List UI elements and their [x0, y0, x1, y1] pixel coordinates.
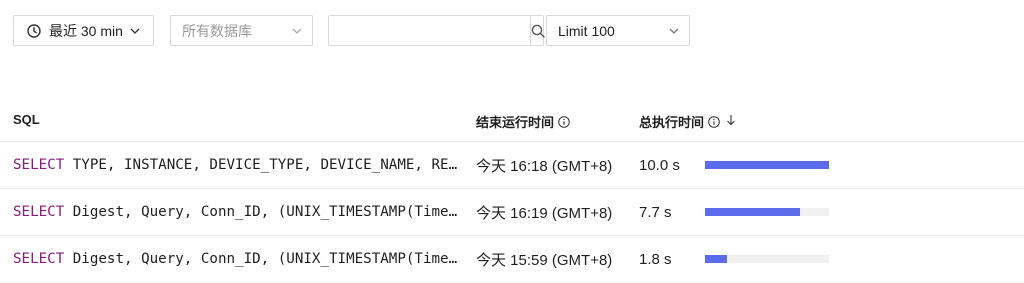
chevron-down-icon: [292, 28, 302, 34]
sql-text: Digest, Query, Conn_ID, (UNIX_TIMESTAMP(…: [72, 204, 458, 220]
sql-cell: SELECT Digest, Query, Conn_ID, (UNIX_TIME…: [13, 236, 458, 282]
time-range-label: 最近 30 min: [49, 22, 123, 39]
sql-keyword: SELECT: [13, 251, 65, 267]
sql-cell: SELECT TYPE, INSTANCE, DEVICE_TYPE, DEVIC…: [13, 142, 458, 188]
chevron-down-icon: [130, 28, 140, 34]
header-end-time[interactable]: 结束运行时间: [476, 112, 570, 131]
sql-text: Digest, Query, Conn_ID, (UNIX_TIMESTAMP(…: [72, 251, 458, 267]
search-icon: [531, 24, 545, 38]
duration-bar-fill: [705, 255, 728, 263]
header-total-time-label: 总执行时间: [639, 115, 705, 130]
duration-cell: 7.7 s: [639, 203, 672, 221]
search-input[interactable]: [329, 16, 530, 45]
duration-bar-fill: [705, 208, 801, 216]
duration-cell: 1.8 s: [639, 250, 672, 268]
header-end-time-label: 结束运行时间: [476, 115, 555, 130]
sql-text: TYPE, INSTANCE, DEVICE_TYPE, DEVICE_NAME…: [72, 157, 458, 173]
duration-bar: [705, 208, 829, 216]
end-time-cell: 今天 16:18 (GMT+8): [476, 157, 613, 175]
header-sql-label: SQL: [13, 112, 40, 127]
database-select-placeholder: 所有数据库: [182, 22, 252, 39]
table-row[interactable]: SELECT TYPE, INSTANCE, DEVICE_TYPE, DEVIC…: [0, 142, 1024, 189]
duration-cell: 10.0 s: [639, 156, 680, 174]
duration-bar-fill: [705, 161, 829, 169]
header-total-time[interactable]: 总执行时间: [639, 112, 736, 131]
duration-bar: [705, 255, 829, 263]
table-row[interactable]: SELECT Digest, Query, Conn_ID, (UNIX_TIME…: [0, 236, 1024, 283]
end-time-cell: 今天 15:59 (GMT+8): [476, 251, 613, 269]
sql-cell: SELECT Digest, Query, Conn_ID, (UNIX_TIME…: [13, 189, 458, 235]
sql-keyword: SELECT: [13, 204, 65, 220]
database-select[interactable]: 所有数据库: [170, 15, 313, 46]
info-icon[interactable]: [558, 115, 570, 128]
search-box: [328, 15, 545, 46]
time-range-button[interactable]: 最近 30 min: [13, 15, 154, 46]
sql-keyword: SELECT: [13, 157, 65, 173]
info-icon[interactable]: [708, 115, 720, 128]
limit-select-label: Limit 100: [558, 22, 615, 39]
table-header: SQL 结束运行时间 总执行时间: [0, 97, 1024, 142]
search-button[interactable]: [530, 16, 545, 45]
chevron-down-icon: [669, 28, 679, 34]
table-body: SELECT TYPE, INSTANCE, DEVICE_TYPE, DEVIC…: [0, 142, 1024, 283]
table-row[interactable]: SELECT Digest, Query, Conn_ID, (UNIX_TIME…: [0, 189, 1024, 236]
clock-icon: [27, 23, 41, 38]
end-time-cell: 今天 16:19 (GMT+8): [476, 204, 613, 222]
sort-descending-icon[interactable]: [726, 114, 736, 129]
toolbar: 最近 30 min 所有数据库 Limit 100: [13, 15, 1024, 46]
limit-select[interactable]: Limit 100: [546, 15, 690, 46]
duration-bar: [705, 161, 829, 169]
header-sql[interactable]: SQL: [13, 112, 40, 127]
slow-query-table: SQL 结束运行时间 总执行时间 SELECT TYPE, INSTANCE, D…: [0, 97, 1024, 283]
